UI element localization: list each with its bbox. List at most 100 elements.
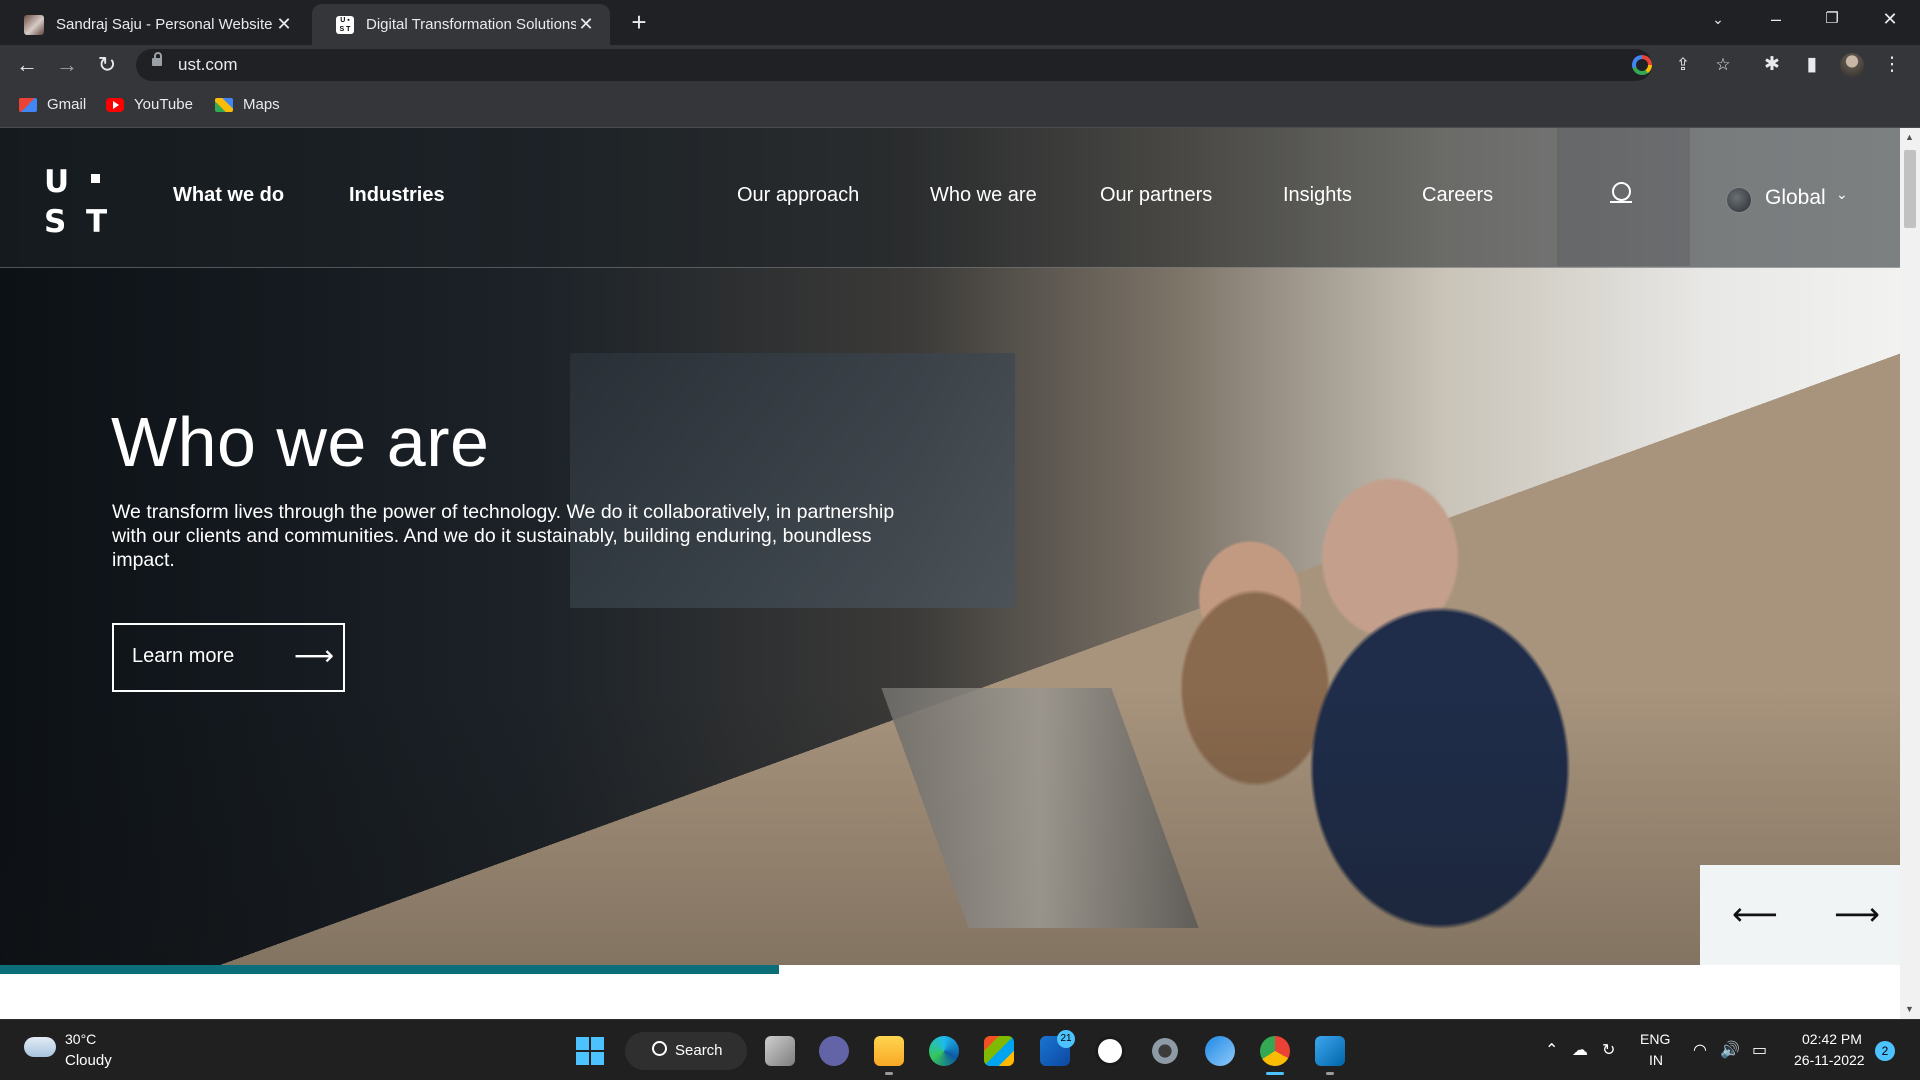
ust-logo[interactable]: U S T	[44, 164, 120, 240]
globe-icon[interactable]	[1726, 187, 1752, 213]
learn-more-button[interactable]: Learn more ⟶	[112, 623, 345, 692]
search-icon-underline	[1610, 201, 1632, 203]
ust-favicon: U ▪ S T	[336, 15, 354, 34]
chevron-down-icon[interactable]: ⌄	[1836, 186, 1848, 203]
task-view-icon[interactable]	[765, 1036, 795, 1066]
edge-icon[interactable]	[929, 1036, 959, 1066]
search-label: Search	[675, 1042, 723, 1059]
settings-gear-icon[interactable]	[1150, 1036, 1180, 1066]
weather-temperature[interactable]: 30°C	[65, 1031, 96, 1047]
windows-taskbar: 30°C Cloudy Search 21 ⌃ ☁ ↻ ENG IN ◠ 🔊 ▭…	[0, 1019, 1920, 1080]
minimize-button[interactable]: –	[1748, 0, 1804, 40]
scrollbar-thumb[interactable]	[1904, 150, 1916, 228]
maps-icon	[215, 97, 233, 112]
close-window-button[interactable]: ✕	[1862, 0, 1918, 40]
next-slide-button[interactable]: ⟶	[1834, 895, 1880, 933]
site-search-button[interactable]	[1557, 128, 1690, 266]
tab-title: Sandraj Saju - Personal Website	[56, 16, 273, 33]
profile-avatar[interactable]	[1840, 53, 1864, 77]
menu-icon[interactable]: ⋮	[1878, 51, 1906, 79]
forward-button[interactable]: →	[51, 49, 83, 81]
page-scrollbar[interactable]: ▲ ▼	[1900, 128, 1920, 1019]
site-favicon	[24, 14, 44, 35]
language-code[interactable]: ENG	[1640, 1031, 1670, 1047]
browser-toolbar: ← → ↻ ust.com ⇪ ☆ ✱ ▮ ⋮	[0, 45, 1920, 85]
clock-date[interactable]: 26-11-2022	[1794, 1052, 1865, 1068]
search-icon	[652, 1041, 667, 1056]
close-tab-icon[interactable]: ✕	[576, 14, 596, 35]
site-header: U S T What we do Industries Our approach…	[0, 128, 1900, 268]
github-icon[interactable]	[1095, 1036, 1125, 1066]
nav-what-we-do[interactable]: What we do	[173, 184, 284, 207]
nav-industries[interactable]: Industries	[349, 184, 445, 207]
share-icon[interactable]: ⇪	[1671, 53, 1695, 77]
nav-careers[interactable]: Careers	[1422, 184, 1493, 207]
back-button[interactable]: ←	[11, 49, 43, 81]
microsoft-store-icon[interactable]	[984, 1036, 1014, 1066]
clock-time[interactable]: 02:42 PM	[1802, 1031, 1862, 1047]
url-text[interactable]: ust.com	[178, 55, 238, 75]
bookmark-star-icon[interactable]: ☆	[1711, 53, 1735, 77]
volume-icon[interactable]: 🔊	[1720, 1040, 1740, 1060]
logo-square	[91, 174, 100, 183]
nav-insights[interactable]: Insights	[1283, 184, 1352, 207]
teams-chat-icon[interactable]	[819, 1036, 849, 1066]
tab-search-chevron-icon[interactable]: ⌄	[1690, 0, 1746, 40]
reload-button[interactable]: ↻	[91, 49, 123, 81]
restore-button[interactable]: ❐	[1804, 0, 1860, 40]
visual-studio-installer-icon[interactable]	[1205, 1036, 1235, 1066]
bookmark-youtube[interactable]: YouTube	[106, 96, 193, 113]
mail-badge: 21	[1057, 1030, 1075, 1048]
gmail-icon	[19, 97, 37, 112]
sync-icon[interactable]: ↻	[1602, 1040, 1615, 1060]
hero-description: We transform lives through the power of …	[112, 501, 895, 571]
cloud-icon[interactable]	[24, 1037, 56, 1057]
logo-letter-t: T	[86, 204, 108, 240]
tab-personal-website[interactable]: Sandraj Saju - Personal Website ✕	[0, 4, 308, 45]
lock-icon[interactable]	[152, 52, 162, 66]
google-lens-icon[interactable]	[1632, 55, 1652, 75]
bookmark-label: Gmail	[47, 96, 87, 113]
youtube-icon	[106, 97, 124, 112]
bookmark-gmail[interactable]: Gmail	[19, 96, 86, 113]
nav-who-we-are[interactable]: Who we are	[930, 184, 1037, 207]
file-explorer-icon[interactable]	[874, 1036, 904, 1066]
battery-icon[interactable]: ▭	[1752, 1040, 1767, 1060]
tab-ust[interactable]: U ▪ S T Digital Transformation Solutions …	[312, 4, 610, 45]
nav-our-approach[interactable]: Our approach	[737, 184, 859, 207]
extensions-icon[interactable]: ✱	[1758, 51, 1786, 79]
cta-label: Learn more	[132, 645, 235, 667]
slider-controls: ⟵ ⟶	[1700, 865, 1900, 965]
close-tab-icon[interactable]: ✕	[274, 14, 294, 35]
address-bar[interactable]: ust.com ⇪ ☆	[136, 49, 1731, 81]
region-selector[interactable]: Global	[1765, 186, 1826, 210]
language-region[interactable]: IN	[1649, 1052, 1663, 1068]
previous-slide-button[interactable]: ⟵	[1732, 895, 1778, 933]
logo-letter-s: S	[44, 204, 67, 240]
show-hidden-icons-chevron[interactable]: ⌃	[1545, 1040, 1558, 1060]
chrome-icon[interactable]	[1260, 1036, 1290, 1066]
onedrive-cloud-icon[interactable]: ☁	[1572, 1040, 1588, 1060]
scroll-down-icon[interactable]: ▼	[1905, 1004, 1914, 1014]
new-tab-button[interactable]: +	[622, 6, 656, 40]
side-panel-icon[interactable]: ▮	[1798, 51, 1826, 79]
arrow-right-icon: ⟶	[294, 640, 335, 671]
hero-title: Who we are	[111, 403, 490, 481]
notification-badge[interactable]: 2	[1875, 1041, 1895, 1061]
running-indicator	[885, 1072, 893, 1075]
bookmarks-bar: Gmail YouTube Maps	[0, 85, 1920, 128]
logo-letter-u: U	[44, 164, 70, 200]
windows-start-icon[interactable]	[576, 1037, 604, 1065]
wifi-icon[interactable]: ◠	[1693, 1040, 1707, 1060]
running-indicator	[1326, 1072, 1334, 1075]
tab-strip: Sandraj Saju - Personal Website ✕ U ▪ S T…	[0, 0, 1920, 45]
nav-our-partners[interactable]: Our partners	[1100, 184, 1212, 207]
slider-progress-bar	[0, 965, 779, 974]
vscode-icon[interactable]	[1315, 1036, 1345, 1066]
weather-condition[interactable]: Cloudy	[65, 1052, 112, 1069]
taskbar-search[interactable]: Search	[625, 1032, 747, 1070]
scroll-up-icon[interactable]: ▲	[1905, 132, 1914, 142]
tab-title: Digital Transformation Solutions	[366, 16, 576, 33]
bookmark-maps[interactable]: Maps	[215, 96, 280, 113]
bookmark-label: YouTube	[134, 96, 193, 113]
